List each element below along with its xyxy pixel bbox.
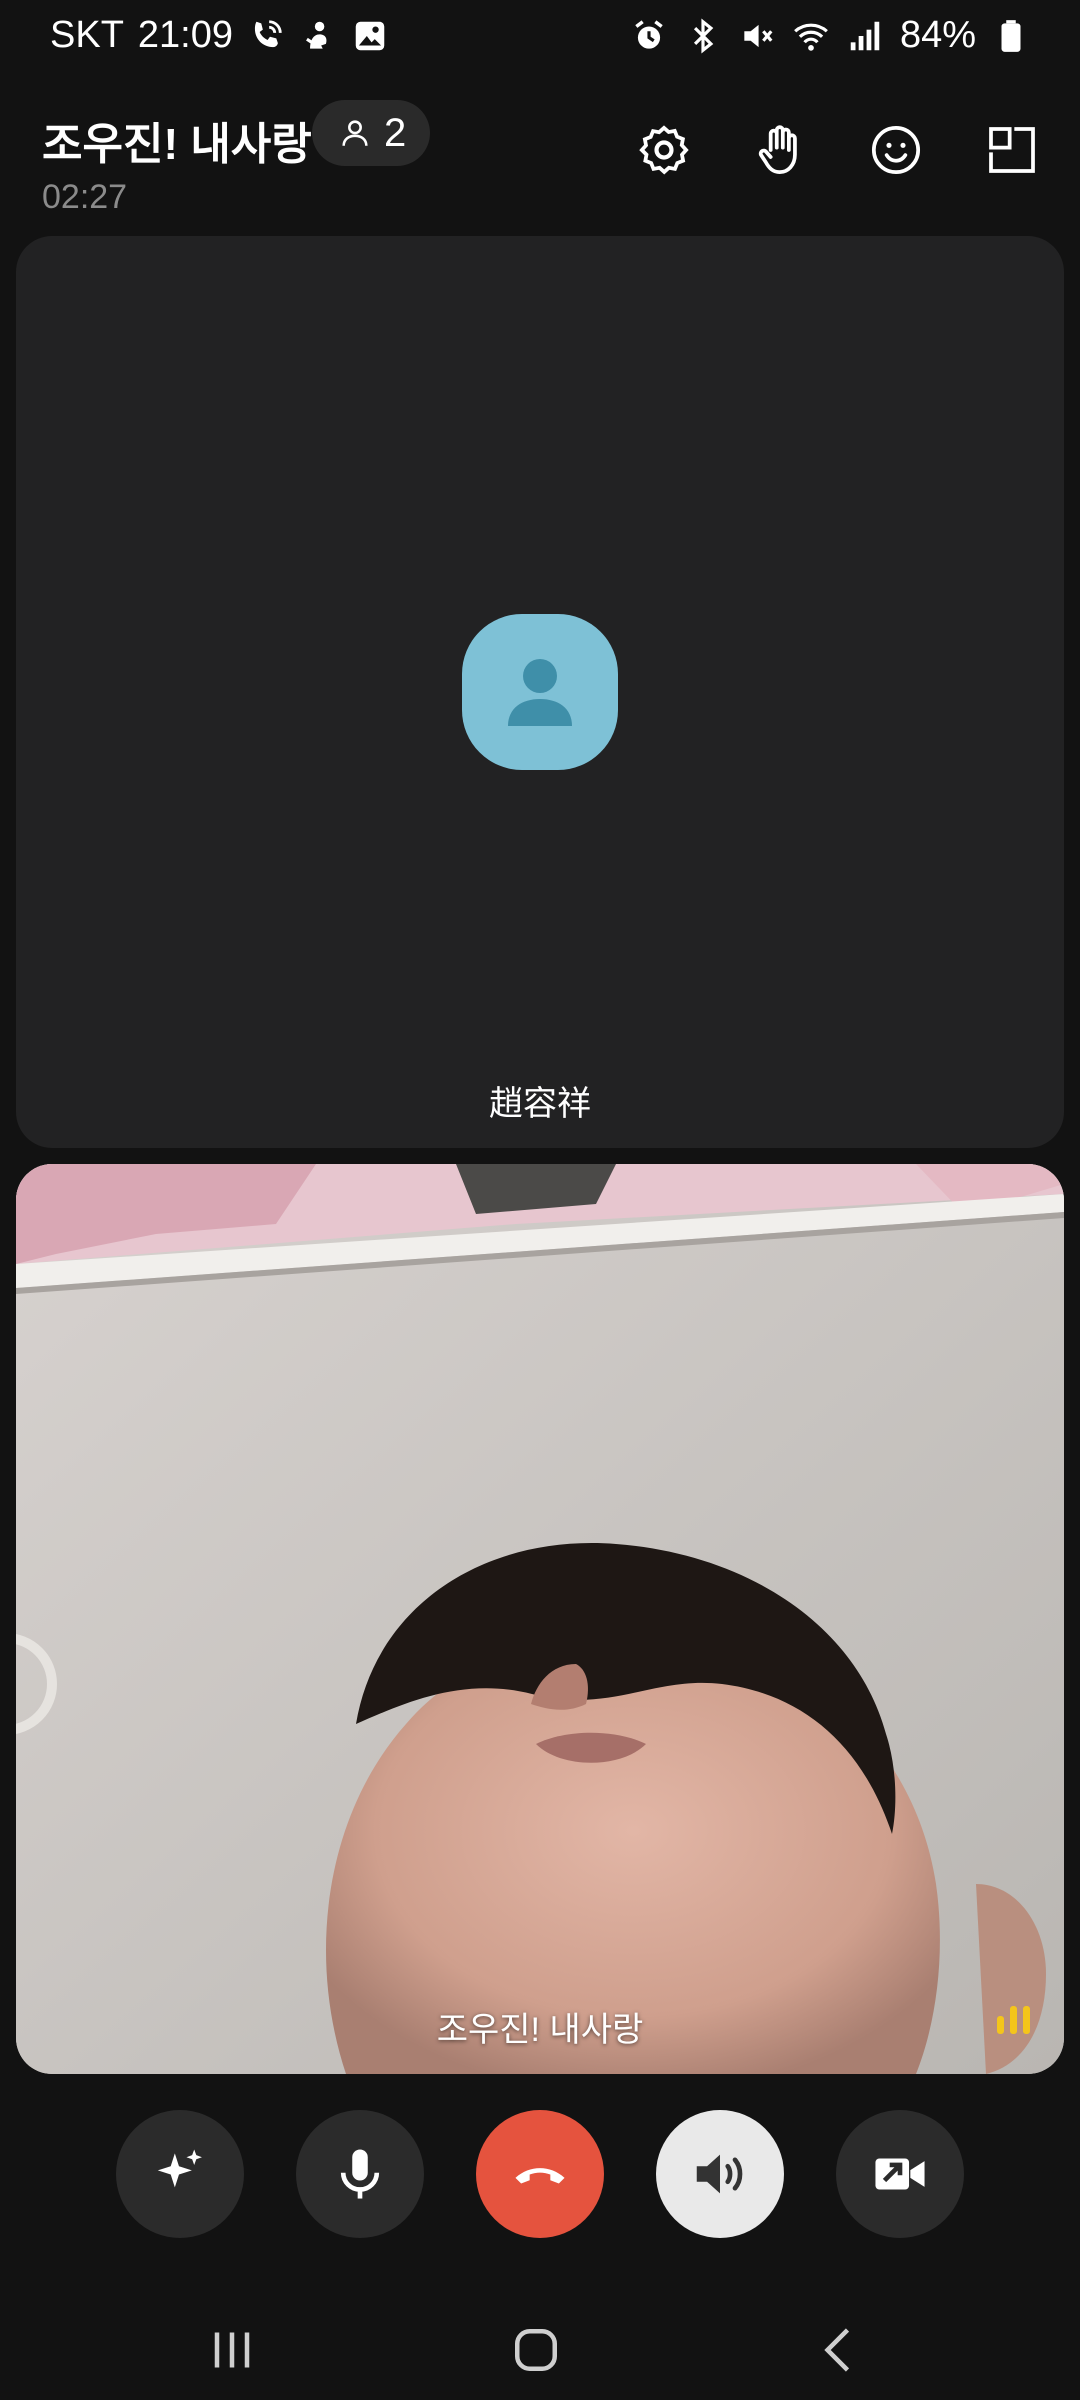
microphone-icon bbox=[340, 2149, 380, 2199]
person-avatar-icon bbox=[508, 659, 572, 726]
remote-participant-name: 趙容祥 bbox=[489, 1085, 591, 1123]
notification-app-icon bbox=[299, 17, 337, 55]
layout-icon bbox=[989, 127, 1035, 173]
remote-participant-tile[interactable]: 趙容祥 bbox=[16, 236, 1064, 1148]
avatar bbox=[462, 614, 618, 770]
call-timer: 02:27 bbox=[42, 178, 128, 216]
end-call-icon bbox=[515, 2168, 565, 2184]
home-icon bbox=[515, 2329, 557, 2371]
mute-icon bbox=[738, 17, 776, 55]
participants-button[interactable]: 2 bbox=[312, 100, 431, 166]
settings-button[interactable] bbox=[636, 122, 692, 178]
signal-icon bbox=[846, 17, 884, 55]
carrier-label: SKT bbox=[50, 14, 124, 56]
bluetooth-icon bbox=[684, 17, 722, 55]
status-bar-right: 84% bbox=[630, 14, 1030, 57]
home-button[interactable] bbox=[496, 2310, 576, 2390]
wifi-icon bbox=[792, 17, 830, 55]
status-bar: SKT 21:09 84% bbox=[0, 0, 1080, 78]
call-title: 조우진! 내사랑 bbox=[42, 120, 312, 169]
emoji-reaction-icon bbox=[871, 125, 921, 175]
end-call-button[interactable] bbox=[476, 2110, 604, 2238]
settings-icon bbox=[639, 125, 689, 175]
gallery-icon bbox=[351, 17, 389, 55]
status-bar-left: SKT 21:09 bbox=[50, 14, 389, 57]
recent-apps-icon bbox=[214, 2332, 250, 2368]
speaker-icon bbox=[696, 2154, 743, 2194]
local-participant-name: 조우진! 내사랑 bbox=[436, 2011, 644, 2049]
camera-feed bbox=[16, 1164, 1064, 2074]
effects-icon bbox=[157, 2149, 202, 2188]
header-actions bbox=[636, 122, 1040, 178]
speaking-indicator bbox=[997, 2006, 1030, 2034]
wifi-call-icon bbox=[247, 17, 285, 55]
switch-video-button[interactable] bbox=[836, 2110, 964, 2238]
person-icon bbox=[342, 120, 368, 146]
back-icon bbox=[824, 2328, 850, 2372]
speaker-button[interactable] bbox=[656, 2110, 784, 2238]
call-header: 조우진! 내사랑 2 02:27 bbox=[0, 90, 1080, 230]
call-controls bbox=[0, 2110, 1080, 2240]
battery-percent: 84% bbox=[899, 14, 976, 56]
raise-hand-button[interactable] bbox=[752, 122, 808, 178]
alarm-icon bbox=[630, 17, 668, 55]
clock: 21:09 bbox=[137, 14, 233, 56]
recent-apps-button[interactable] bbox=[192, 2310, 272, 2390]
switch-video-icon bbox=[875, 2158, 925, 2190]
layout-button[interactable] bbox=[984, 122, 1040, 178]
navigation-bar bbox=[0, 2290, 1080, 2400]
effects-button[interactable] bbox=[116, 2110, 244, 2238]
local-video-tile[interactable]: 조우진! 내사랑 bbox=[16, 1164, 1064, 2074]
emoji-reaction-button[interactable] bbox=[868, 122, 924, 178]
raise-hand-icon bbox=[758, 125, 797, 175]
participant-count: 2 bbox=[384, 110, 407, 155]
back-button[interactable] bbox=[800, 2310, 880, 2390]
battery-icon bbox=[992, 17, 1030, 55]
microphone-button[interactable] bbox=[296, 2110, 424, 2238]
